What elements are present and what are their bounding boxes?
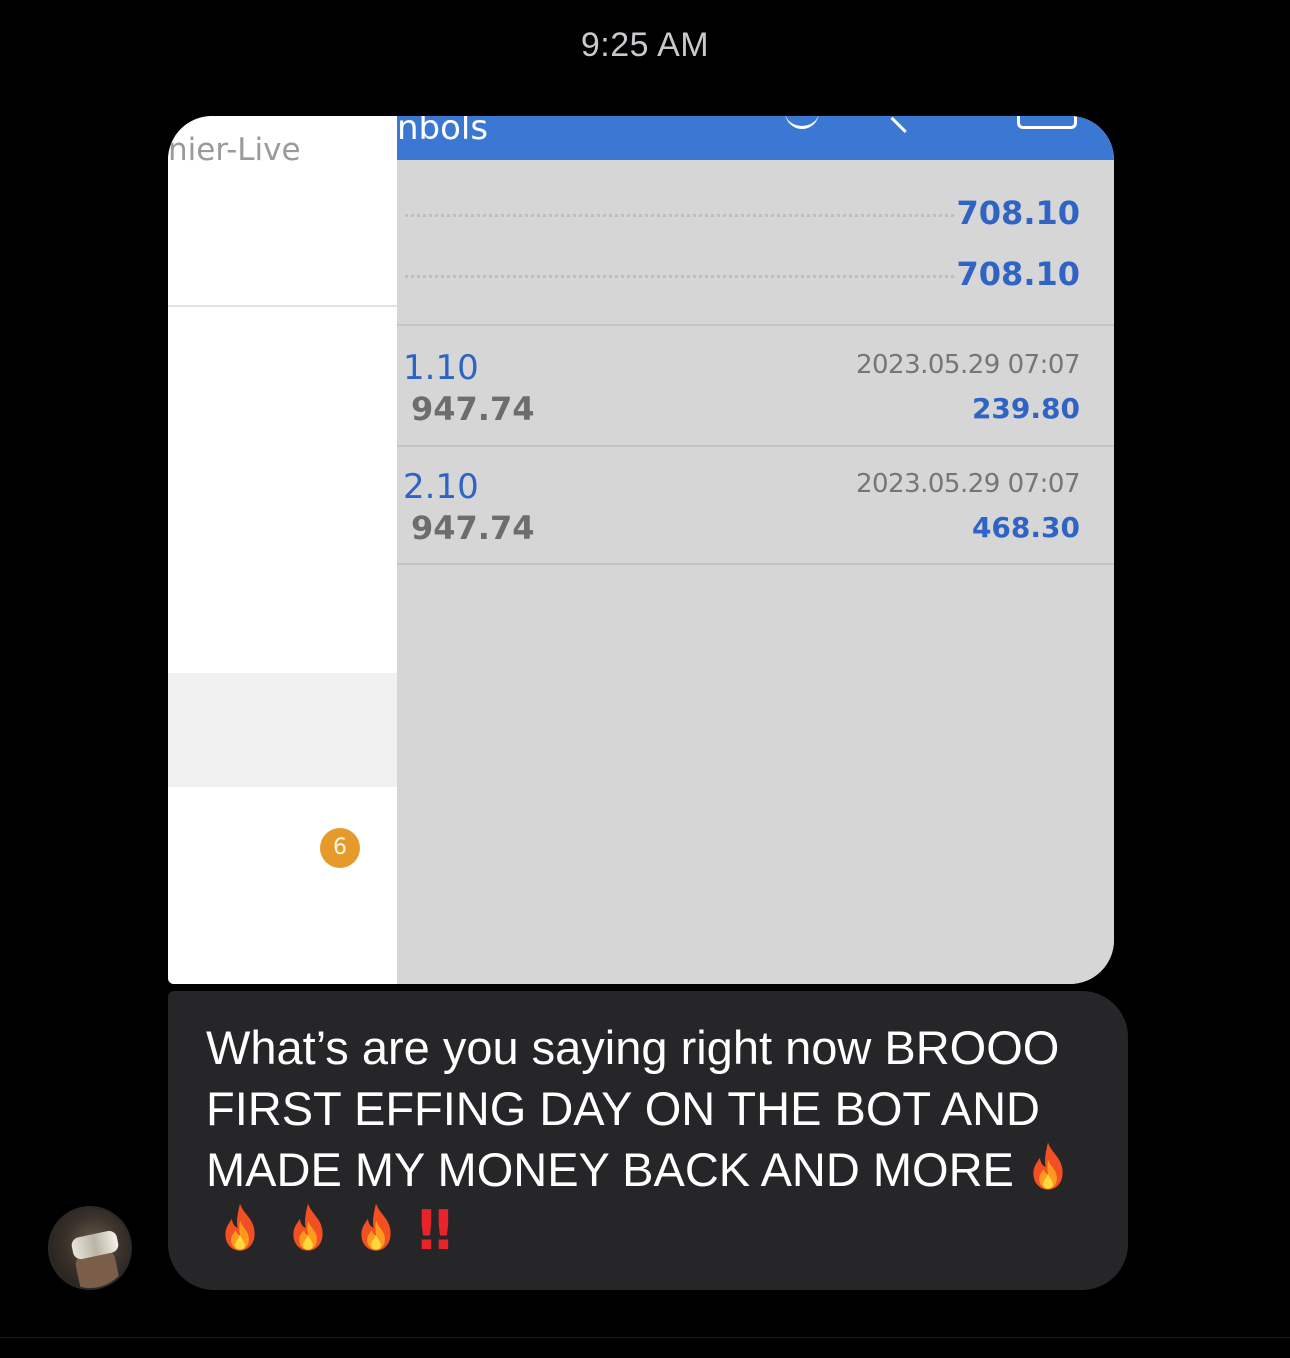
trade-panel: nbols 708.10 708.10 1.10 947.74 2023.05.…	[397, 116, 1114, 984]
row-divider	[397, 563, 1114, 565]
fire-emoji-icon	[350, 1201, 402, 1253]
trade-time: 2023.05.29 07:07	[855, 469, 1081, 499]
summary-value: 708.10	[956, 255, 1080, 293]
fire-emoji-icon	[214, 1201, 266, 1253]
trade-profit: 239.80	[971, 392, 1080, 425]
side-highlighted-row	[168, 673, 397, 787]
message-timestamp: 9:25 AM	[580, 26, 710, 64]
trade-row: 2.10 947.74 2023.05.29 07:07 468.30	[397, 445, 1114, 563]
symbols-tab-label: nbols	[397, 116, 489, 148]
bottom-separator	[0, 1337, 1290, 1338]
dotted-leader	[405, 214, 954, 217]
trade-profit: 468.30	[971, 511, 1080, 544]
trade-price: 947.74	[411, 390, 535, 428]
trade-price: 947.74	[411, 509, 535, 547]
message-text-block: What’s are you saying right now BROOO FI…	[206, 1017, 1090, 1261]
account-name-label: nier-Live	[168, 132, 301, 168]
add-order-icon	[890, 116, 920, 133]
message-text: What’s are you saying right now BROOO FI…	[206, 1021, 1060, 1196]
dotted-leader	[405, 275, 954, 278]
sender-avatar[interactable]	[48, 1206, 132, 1290]
notification-badge: 6	[320, 828, 360, 868]
trade-topbar: nbols	[397, 116, 1114, 160]
summary-value: 708.10	[956, 194, 1080, 232]
trade-time: 2023.05.29 07:07	[855, 350, 1081, 380]
fire-emoji-icon	[1022, 1140, 1074, 1192]
summary-row-equity: 708.10	[397, 255, 1114, 295]
summary-row-balance: 708.10	[397, 194, 1114, 234]
trade-lots: 2.10	[403, 467, 479, 507]
trade-lots: 1.10	[403, 348, 479, 388]
account-side-panel: nier-Live 6	[168, 116, 397, 984]
fire-emoji-icon	[282, 1201, 334, 1253]
side-divider	[168, 305, 397, 307]
sort-icon	[785, 116, 819, 129]
menu-icon	[1017, 116, 1077, 129]
message-bubble[interactable]: What’s are you saying right now BROOO FI…	[168, 991, 1128, 1290]
trade-row: 1.10 947.74 2023.05.29 07:07 239.80	[397, 326, 1114, 444]
double-exclamation-emoji: ‼	[418, 1199, 452, 1262]
image-attachment[interactable]: nier-Live 6 nbols 708.10 708.10 1.10 947…	[168, 116, 1114, 984]
